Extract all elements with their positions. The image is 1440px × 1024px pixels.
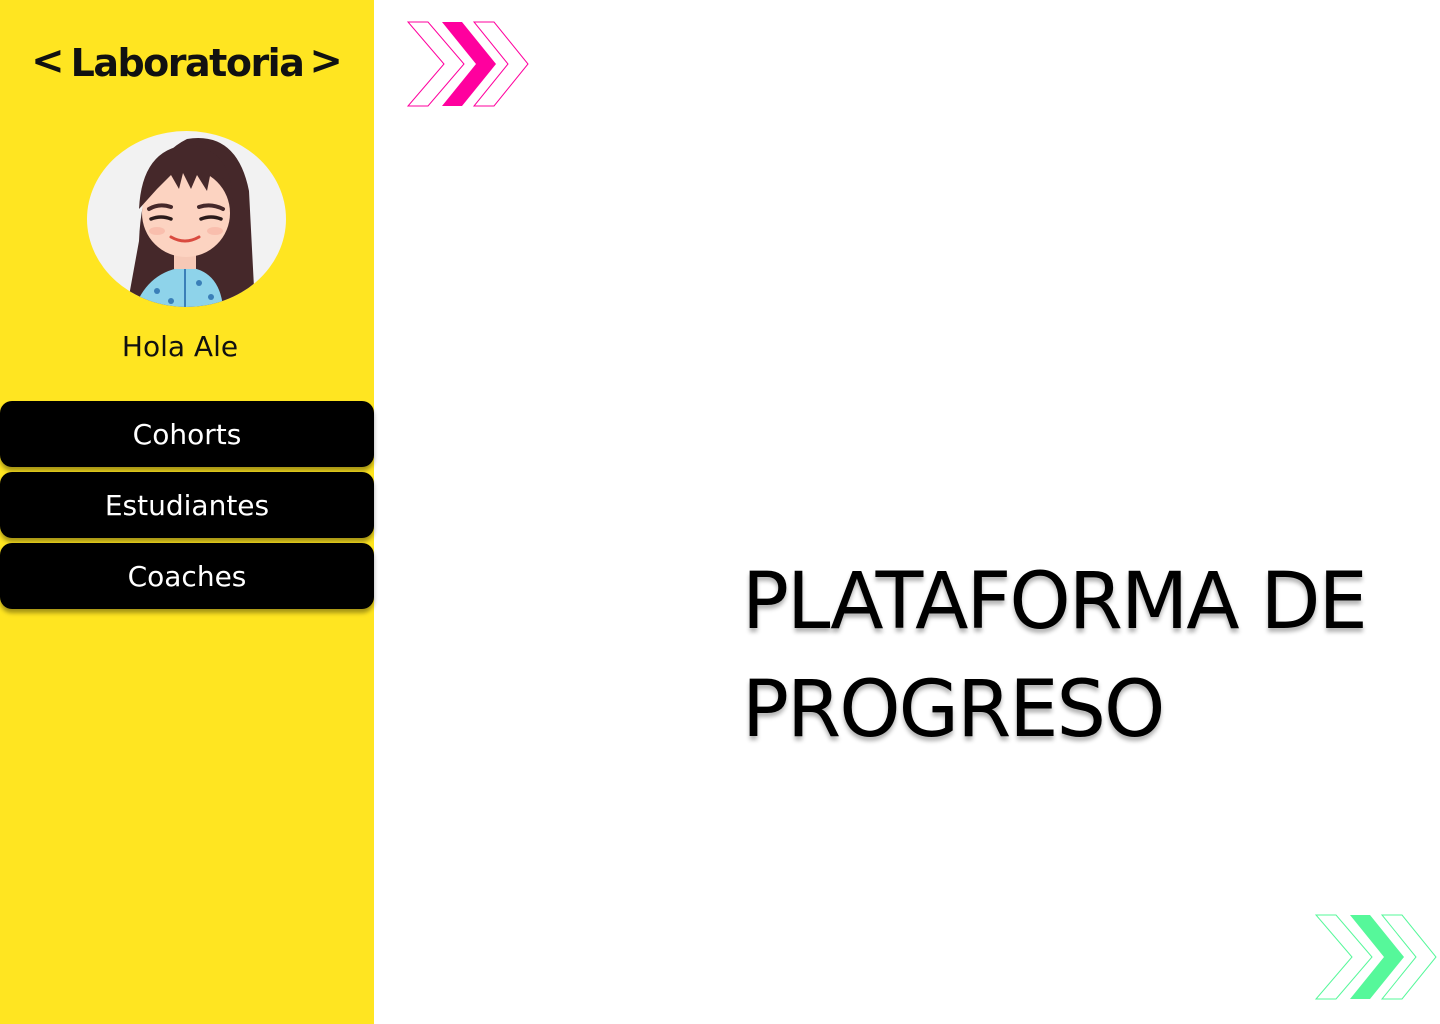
nav-button-estudiantes[interactable]: Estudiantes (0, 472, 374, 538)
user-greeting: Hola Ale (121, 330, 239, 363)
sidebar: < Laboratoria > Hola Ale Cohorts Estudia… (0, 0, 374, 1024)
double-chevron-right-icon (1314, 913, 1438, 1003)
nav-button-label: Coaches (127, 559, 247, 593)
logo-wordmark: Laboratoria (70, 41, 305, 85)
avatar (87, 131, 286, 307)
nav-button-label: Estudiantes (104, 488, 270, 522)
page-title-line-1: PLATAFORMA DE (742, 557, 1368, 647)
logo-right-bracket: > (309, 38, 343, 84)
nav-button-cohorts[interactable]: Cohorts (0, 401, 374, 467)
double-chevron-right-icon (406, 20, 530, 110)
avatar-illustration (127, 138, 255, 307)
laboratoria-logo[interactable]: < Laboratoria > (0, 38, 374, 88)
nav-button-coaches[interactable]: Coaches (0, 543, 374, 609)
page-title-line-2: PROGRESO (742, 665, 1165, 755)
page-title: PLATAFORMA DE PROGRESO (742, 548, 1402, 764)
nav-button-label: Cohorts (132, 417, 242, 451)
logo-left-bracket: < (31, 38, 65, 84)
